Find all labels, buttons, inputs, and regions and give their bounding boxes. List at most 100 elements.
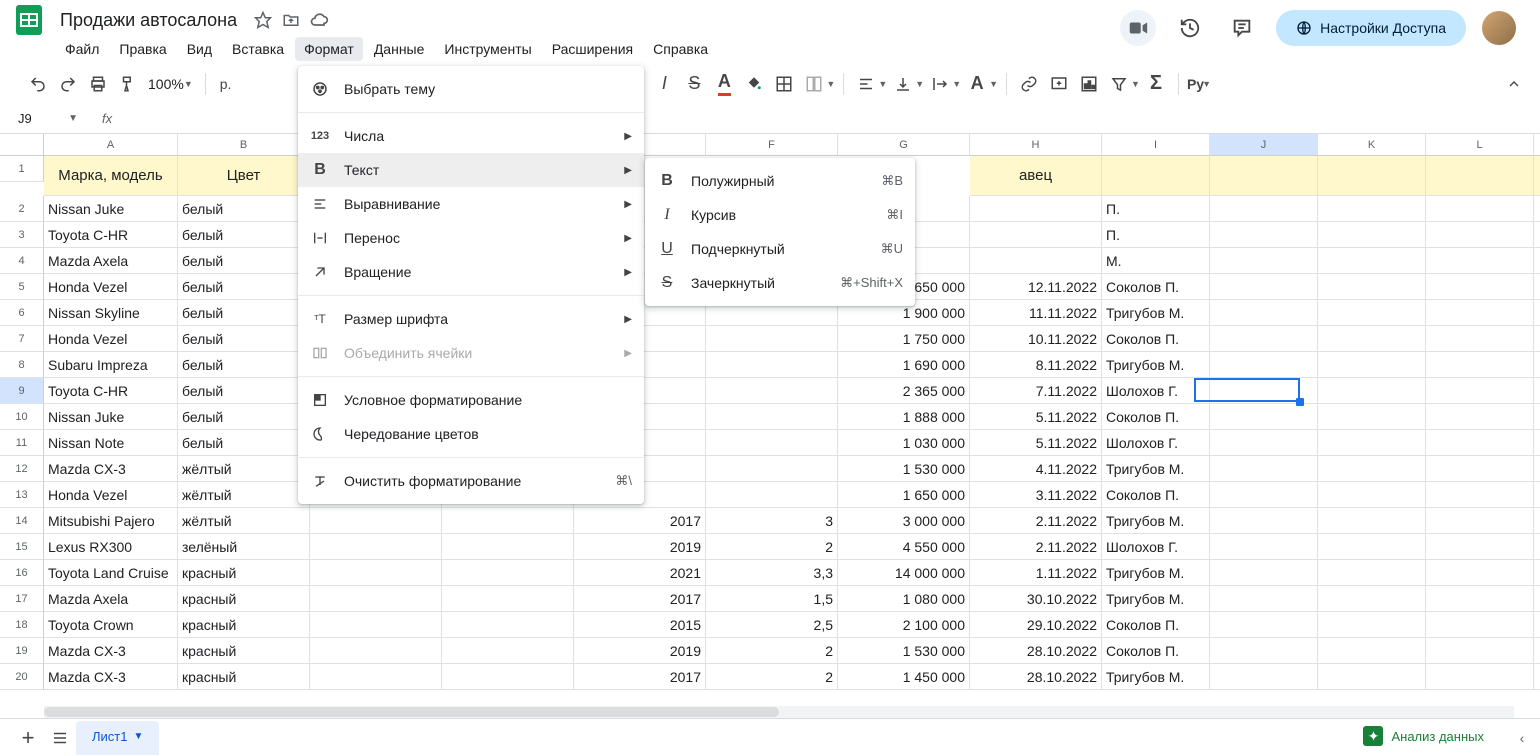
sheet-tab-1[interactable]: Лист1▼	[76, 721, 159, 755]
move-icon[interactable]	[281, 10, 301, 30]
vertical-align-button[interactable]	[889, 70, 917, 98]
selection-handle[interactable]	[1296, 398, 1304, 406]
redo-button[interactable]	[54, 70, 82, 98]
row-header-1[interactable]: 1	[0, 156, 44, 182]
borders-button[interactable]	[770, 70, 798, 98]
submenu-strike[interactable]: S Зачеркнутый ⌘+Shift+X	[645, 266, 915, 300]
menu-формат[interactable]: Формат	[295, 37, 363, 61]
row-header-8[interactable]: 8	[0, 352, 44, 378]
strikethrough-button[interactable]: S	[680, 70, 708, 98]
submenu-underline[interactable]: U Подчеркнутый ⌘U	[645, 232, 915, 266]
row-header-17[interactable]: 17	[0, 586, 44, 612]
row-header-9[interactable]: 9	[0, 378, 44, 404]
menu-инструменты[interactable]: Инструменты	[435, 37, 540, 61]
menu-clear-format[interactable]: Очистить форматирование ⌘\	[298, 464, 644, 498]
menu-align[interactable]: Выравнивание ▶	[298, 187, 644, 221]
row-header-18[interactable]: 18	[0, 612, 44, 638]
account-avatar[interactable]	[1482, 11, 1516, 45]
cloud-status-icon[interactable]	[309, 10, 329, 30]
column-header-B[interactable]: B	[178, 134, 310, 156]
meet-icon[interactable]	[1120, 10, 1156, 46]
menu-вид[interactable]: Вид	[178, 37, 221, 61]
row-header-10[interactable]: 10	[0, 404, 44, 430]
row-header-7[interactable]: 7	[0, 326, 44, 352]
horizontal-align-button[interactable]	[852, 70, 880, 98]
share-button[interactable]: Настройки Доступа	[1276, 10, 1466, 46]
star-icon[interactable]	[253, 10, 273, 30]
menu-расширения[interactable]: Расширения	[543, 37, 642, 61]
text-color-button[interactable]: A	[710, 70, 738, 98]
name-box[interactable]: J9▼	[12, 109, 84, 128]
text-wrap-button[interactable]	[926, 70, 954, 98]
menu-text[interactable]: B Текст ▶	[298, 153, 644, 187]
cell-engine	[706, 326, 838, 352]
row-header-16[interactable]: 16	[0, 560, 44, 586]
cell-model: Nissan Note	[44, 430, 178, 456]
column-header-A[interactable]: A	[44, 134, 178, 156]
row-header-14[interactable]: 14	[0, 508, 44, 534]
history-icon[interactable]	[1172, 10, 1208, 46]
menu-numbers[interactable]: 123 Числа ▶	[298, 119, 644, 153]
row-header-2[interactable]: 2	[0, 196, 44, 222]
menu-alternating-colors[interactable]: Чередование цветов	[298, 417, 644, 451]
menu-файл[interactable]: Файл	[56, 37, 108, 61]
row-header-3[interactable]: 3	[0, 222, 44, 248]
row-header-4[interactable]: 4	[0, 248, 44, 274]
column-header-L[interactable]: L	[1426, 134, 1534, 156]
row-header-6[interactable]: 6	[0, 300, 44, 326]
side-panel-toggle[interactable]: ‹	[1510, 726, 1534, 750]
cell-price: 2 365 000	[838, 378, 970, 404]
fill-color-button[interactable]	[740, 70, 768, 98]
comments-icon[interactable]	[1224, 10, 1260, 46]
undo-button[interactable]	[24, 70, 52, 98]
submenu-italic[interactable]: I Курсив ⌘I	[645, 198, 915, 232]
collapse-toolbar-button[interactable]	[1500, 70, 1528, 98]
row-header-15[interactable]: 15	[0, 534, 44, 560]
menu-conditional-format[interactable]: Условное форматирование	[298, 383, 644, 417]
menu-вставка[interactable]: Вставка	[223, 37, 293, 61]
print-button[interactable]	[84, 70, 112, 98]
select-all-corner[interactable]	[0, 134, 44, 156]
column-header-I[interactable]: I	[1102, 134, 1210, 156]
column-header-H[interactable]: H	[970, 134, 1102, 156]
functions-button[interactable]: Σ	[1142, 70, 1170, 98]
sheets-logo[interactable]	[16, 2, 42, 38]
menu-правка[interactable]: Правка	[110, 37, 175, 61]
submenu-bold[interactable]: B Полужирный ⌘B	[645, 164, 915, 198]
all-sheets-button[interactable]	[44, 724, 76, 752]
empty-cell	[1318, 326, 1426, 352]
filter-button[interactable]	[1105, 70, 1133, 98]
paint-format-button[interactable]	[114, 70, 142, 98]
column-header-G[interactable]: G	[838, 134, 970, 156]
insert-comment-button[interactable]	[1045, 70, 1073, 98]
menu-справка[interactable]: Справка	[644, 37, 717, 61]
row-header-20[interactable]: 20	[0, 664, 44, 690]
document-title[interactable]: Продажи автосалона	[54, 8, 243, 33]
column-header-J[interactable]: J	[1210, 134, 1318, 156]
menu-данные[interactable]: Данные	[365, 37, 434, 61]
currency-format[interactable]: р.	[214, 76, 238, 92]
row-header-13[interactable]: 13	[0, 482, 44, 508]
menu-rotate[interactable]: Вращение ▶	[298, 255, 644, 289]
text-rotation-button[interactable]: A	[963, 70, 991, 98]
zoom-select[interactable]: 100%▼	[144, 76, 197, 92]
menu-font-size[interactable]: тT Размер шрифта ▶	[298, 302, 644, 336]
row-header-12[interactable]: 12	[0, 456, 44, 482]
menu-wrap[interactable]: Перенос ▶	[298, 221, 644, 255]
italic-button[interactable]: I	[650, 70, 678, 98]
row-header-19[interactable]: 19	[0, 638, 44, 664]
column-header-F[interactable]: F	[706, 134, 838, 156]
row-header-11[interactable]: 11	[0, 430, 44, 456]
insert-chart-button[interactable]	[1075, 70, 1103, 98]
row-header-5[interactable]: 5	[0, 274, 44, 300]
menu-theme[interactable]: Выбрать тему	[298, 72, 644, 106]
cell-model: Lexus RX300	[44, 534, 178, 560]
horizontal-scrollbar[interactable]	[44, 706, 1514, 718]
empty-cell	[1534, 612, 1540, 638]
add-sheet-button[interactable]: +	[12, 724, 44, 752]
merge-cells-button[interactable]	[800, 70, 828, 98]
explore-button[interactable]: ✦ Анализ данных	[1351, 720, 1496, 752]
column-header-K[interactable]: K	[1318, 134, 1426, 156]
insert-link-button[interactable]	[1015, 70, 1043, 98]
column-header-extra[interactable]	[1534, 134, 1540, 156]
